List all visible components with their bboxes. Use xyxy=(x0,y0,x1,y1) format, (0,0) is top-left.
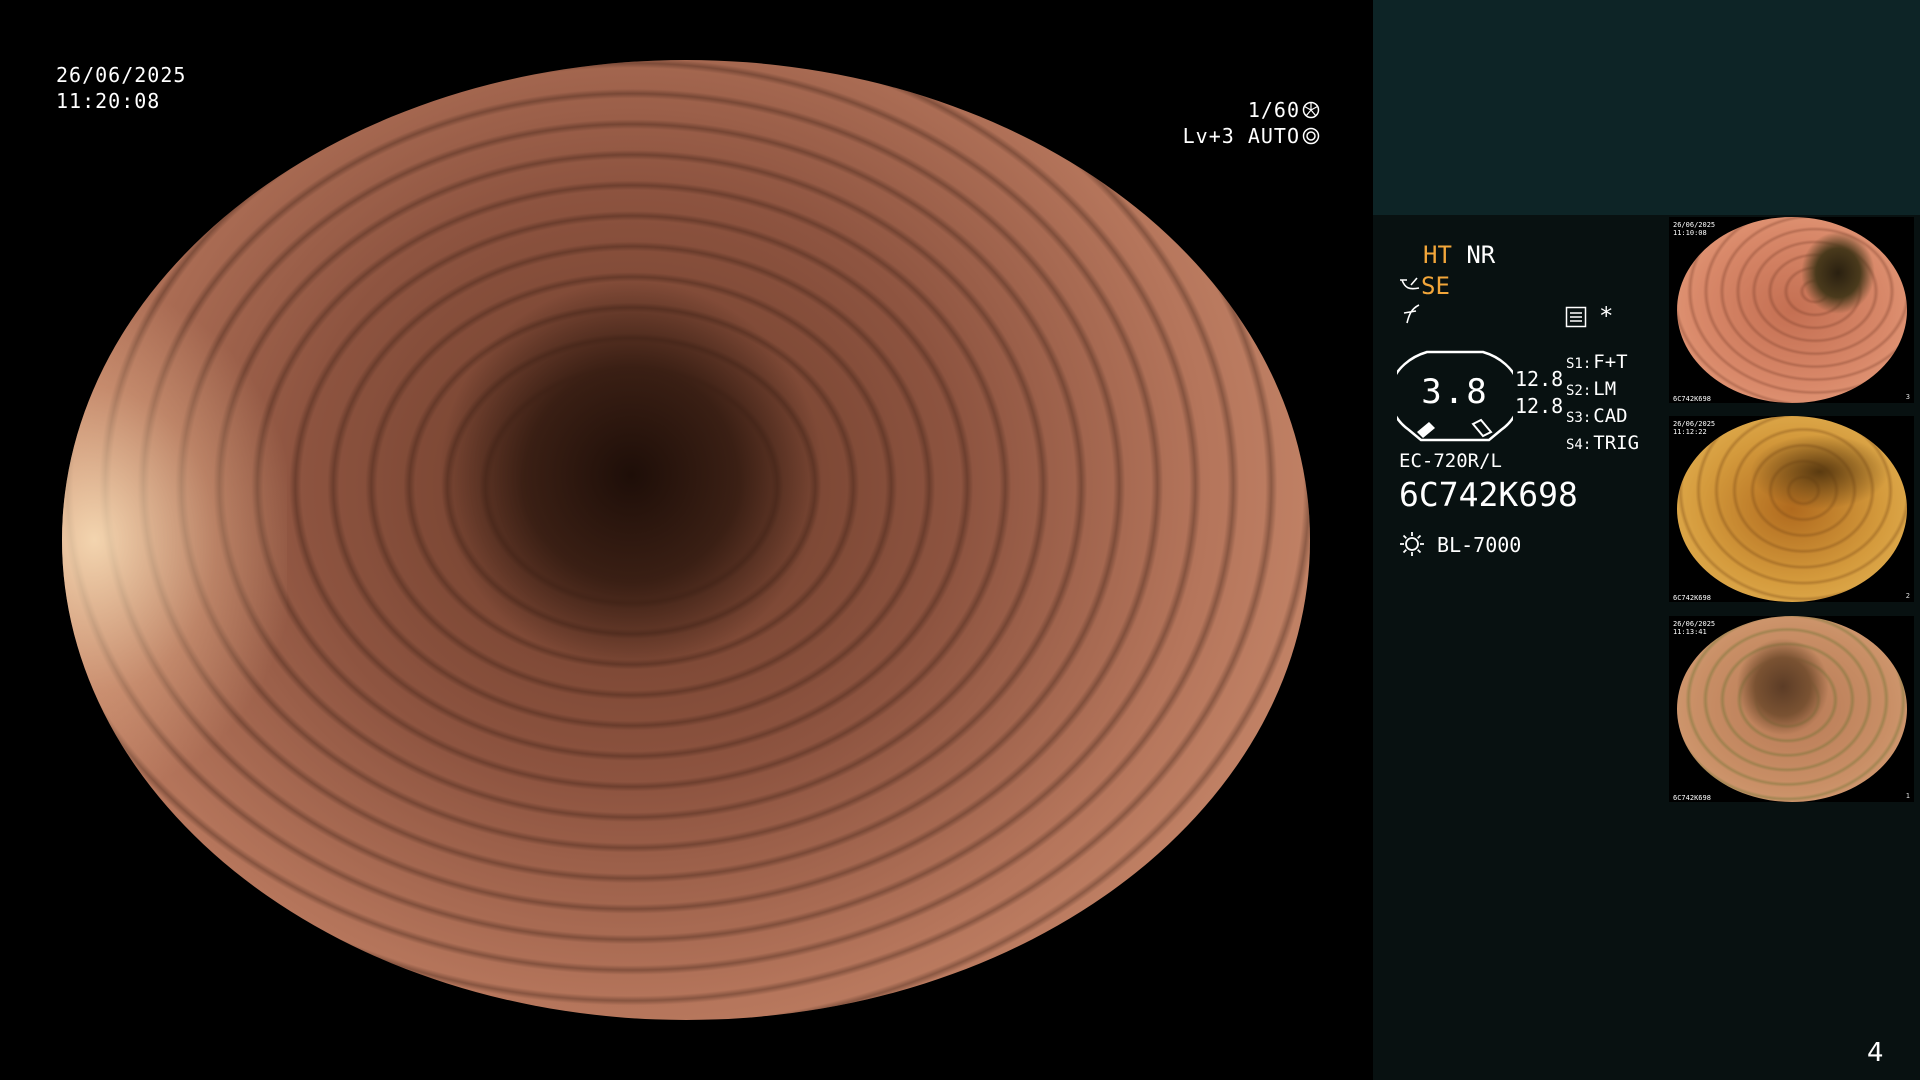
switch-row: S2: LM xyxy=(1566,377,1639,404)
thumbnail-image xyxy=(1677,616,1907,802)
captured-image-thumbnail[interactable]: 26/06/2025 11:13:41 6C742K698 1 xyxy=(1669,616,1914,802)
scope-serial: 6C742K698 xyxy=(1399,475,1578,514)
thumbnail-image xyxy=(1677,416,1907,602)
thumbnail-number: 2 xyxy=(1905,592,1910,600)
light-source-row: BL-7000 xyxy=(1399,530,1521,560)
switch-value: CAD xyxy=(1593,405,1628,427)
scope-model: EC-720R/L xyxy=(1399,450,1502,472)
freeze-icon xyxy=(1403,304,1420,324)
thumbnail-date: 26/06/2025 xyxy=(1673,221,1716,229)
switch-row: S3: CAD xyxy=(1566,404,1639,431)
thumbnail-serial: 6C742K698 xyxy=(1673,594,1711,602)
readout-1: 12.8 xyxy=(1515,367,1564,391)
captured-image-thumbnail[interactable]: 26/06/2025 11:10:08 6C742K698 3 xyxy=(1669,217,1914,403)
date-time-overlay: 26/06/2025 11:20:08 xyxy=(56,62,186,114)
endoscopic-image xyxy=(62,60,1310,1020)
iris-icon xyxy=(1302,127,1320,145)
side-panel: HT NR SE * 3.8 12.8 12.8 S1: F+T S2: LM S3… xyxy=(1373,0,1920,1080)
freeze-row xyxy=(1401,302,1421,332)
thumbnail-serial: 6C742K698 xyxy=(1673,794,1711,802)
mode-nr: NR xyxy=(1466,241,1496,269)
captured-image-thumbnail[interactable]: 26/06/2025 11:12:22 6C742K698 2 xyxy=(1669,416,1914,602)
light-source-icon xyxy=(1400,532,1424,556)
switch-key: S3: xyxy=(1566,410,1592,426)
light-source-text: BL-7000 xyxy=(1437,533,1522,557)
gauge-value: 3.8 xyxy=(1421,372,1489,412)
thumbnail-time: 11:10:08 xyxy=(1673,229,1707,237)
switch-value: F+T xyxy=(1593,351,1628,373)
gauge-readouts: 12.8 12.8 xyxy=(1515,366,1563,420)
thumbnail-time: 11:12:22 xyxy=(1673,428,1707,436)
switch-row: S4: TRIG xyxy=(1566,431,1639,458)
frame-mask-top xyxy=(0,0,1372,60)
thumbnail-time: 11:13:41 xyxy=(1673,628,1707,636)
scope-switch-list: S1: F+T S2: LM S3: CAD S4: TRIG xyxy=(1566,350,1639,458)
exposure-overlay: 1/60 Lv+3 AUTO xyxy=(1150,97,1320,157)
switch-value: LM xyxy=(1593,378,1617,400)
shutter-icon xyxy=(1302,101,1320,119)
page-number: 4 xyxy=(1867,1038,1884,1068)
date-text: 26/06/2025 xyxy=(56,63,187,87)
mode-ht: HT xyxy=(1423,241,1452,269)
memo-icon xyxy=(1565,306,1587,328)
shutter-text: 1/60 xyxy=(1247,98,1300,122)
asterisk-indicator: * xyxy=(1599,302,1614,330)
switch-key: S2: xyxy=(1566,383,1592,399)
iris-mode-text: AUTO xyxy=(1247,124,1300,148)
structure-enhance-row: SE xyxy=(1399,271,1450,301)
iris-level-text: Lv+3 xyxy=(1182,124,1235,148)
switch-value: TRIG xyxy=(1593,432,1640,454)
thumbnail-date: 26/06/2025 xyxy=(1673,620,1716,628)
image-mode-row: HT NR xyxy=(1423,240,1495,270)
frame-mask-bottom xyxy=(0,1020,1372,1080)
structure-enhance-icon xyxy=(1400,277,1420,290)
zoom-gauge: 3.8 xyxy=(1388,350,1522,444)
endoscope-view: 26/06/2025 11:20:08 1/60 Lv+3 AUTO xyxy=(0,0,1372,1080)
side-panel-header xyxy=(1373,0,1920,215)
readout-2: 12.8 xyxy=(1515,394,1564,418)
thumbnail-date: 26/06/2025 xyxy=(1673,420,1716,428)
iris-row: Lv+3 AUTO xyxy=(1183,123,1320,149)
thumbnail-serial: 6C742K698 xyxy=(1673,395,1711,403)
switch-key: S1: xyxy=(1566,356,1592,372)
time-text: 11:20:08 xyxy=(56,89,161,113)
shutter-row: 1/60 xyxy=(1248,97,1320,123)
thumbnail-number: 3 xyxy=(1905,393,1910,401)
switch-key: S4: xyxy=(1566,437,1592,453)
thumbnail-image xyxy=(1677,217,1907,403)
se-label: SE xyxy=(1421,272,1450,300)
switch-row: S1: F+T xyxy=(1566,350,1639,377)
thumbnail-number: 1 xyxy=(1905,792,1910,800)
